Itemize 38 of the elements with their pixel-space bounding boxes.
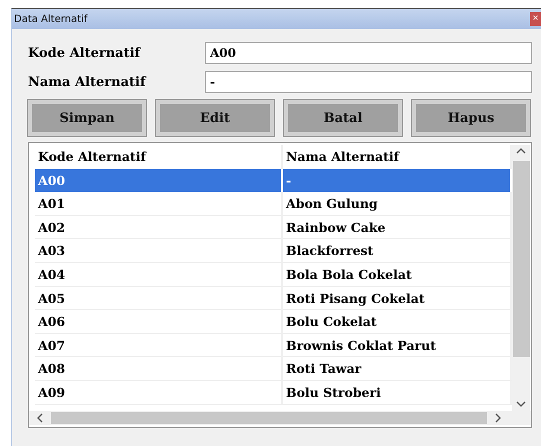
table-cell: A02 bbox=[35, 216, 283, 239]
table-cell: A01 bbox=[35, 192, 283, 216]
table-cell: A07 bbox=[35, 334, 283, 357]
table-row[interactable]: A00 - bbox=[35, 168, 512, 192]
table-cell: A08 bbox=[35, 357, 283, 380]
table-row[interactable]: A02 Rainbow Cake bbox=[35, 216, 512, 240]
table-row[interactable]: A09 Bolu Stroberi bbox=[35, 380, 512, 405]
table-cell: A04 bbox=[35, 262, 283, 286]
table-row[interactable]: A04 Bola Bola Cokelat bbox=[35, 262, 512, 287]
table-row[interactable]: A07 Brownis Coklat Parut bbox=[35, 334, 512, 358]
action-button[interactable]: Edit bbox=[156, 100, 274, 136]
table-row[interactable]: A05 Roti Pisang Cokelat bbox=[35, 286, 512, 310]
scroll-left-icon[interactable] bbox=[37, 413, 43, 423]
field-label: Nama Alternatif bbox=[28, 74, 148, 90]
action-button[interactable]: Batal bbox=[284, 100, 402, 136]
input-field[interactable]: A00 bbox=[205, 42, 532, 64]
table-cell: A00 bbox=[35, 168, 283, 192]
window-title: Data Alternatif bbox=[13, 14, 88, 24]
scroll-down-icon[interactable] bbox=[516, 401, 526, 407]
table-row[interactable]: A08 Roti Tawar bbox=[35, 357, 512, 381]
field-label: Kode Alternatif bbox=[28, 46, 142, 60]
action-button[interactable]: Simpan bbox=[28, 100, 146, 136]
scroll-right-icon[interactable] bbox=[495, 413, 501, 423]
scroll-up-icon[interactable] bbox=[516, 148, 526, 154]
close-button[interactable]: × bbox=[530, 12, 541, 26]
table-cell: A09 bbox=[35, 380, 283, 404]
table-cell: A05 bbox=[35, 286, 283, 310]
horizontal-scrollbar[interactable] bbox=[29, 411, 531, 425]
input-field[interactable]: - bbox=[205, 71, 532, 93]
scroll-thumb[interactable] bbox=[51, 412, 487, 424]
vertical-scrollbar[interactable] bbox=[512, 145, 530, 411]
table-row[interactable]: A03 Blackforrest bbox=[35, 239, 512, 263]
table-row[interactable]: A01 Abon Gulung bbox=[35, 192, 512, 216]
table-cell: A03 bbox=[35, 239, 283, 262]
table-cell: A06 bbox=[35, 310, 283, 334]
scroll-thumb[interactable] bbox=[512, 161, 530, 357]
table-row[interactable]: A06 Bolu Cokelat bbox=[35, 310, 512, 334]
action-button[interactable]: Hapus bbox=[412, 100, 530, 136]
